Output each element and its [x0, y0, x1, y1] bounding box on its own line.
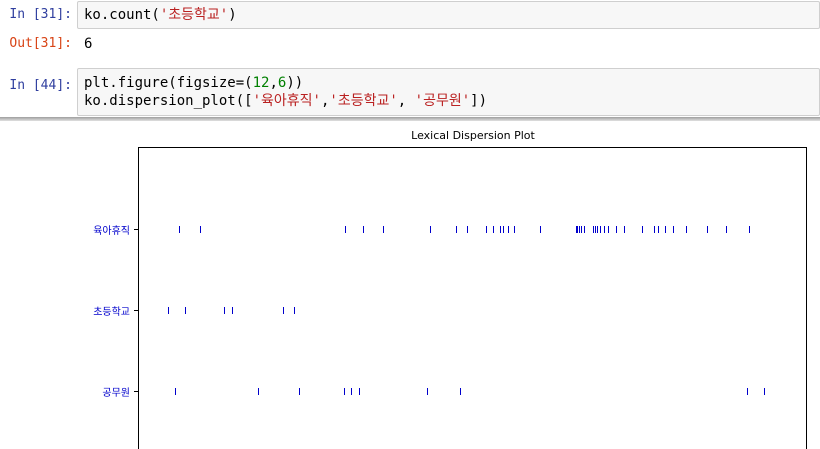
dispersion-mark: [282, 307, 284, 314]
dispersion-mark: [502, 226, 504, 233]
dispersion-mark: [672, 226, 674, 233]
dispersion-mark: [345, 226, 347, 233]
dispersion-mark: [578, 226, 580, 233]
dispersion-mark: [459, 388, 461, 395]
dispersion-mark: [513, 226, 515, 233]
dispersion-mark: [231, 307, 233, 314]
dispersion-mark: [653, 226, 655, 233]
dispersion-mark: [607, 226, 609, 233]
dispersion-mark: [540, 226, 542, 233]
dispersion-mark: [485, 226, 487, 233]
dispersion-mark: [351, 388, 353, 395]
code-editor-44[interactable]: plt.figure(figsize=(12,6)) ko.dispersion…: [77, 68, 820, 116]
dispersion-mark: [615, 226, 617, 233]
y-tick-label: 육아휴직: [93, 226, 130, 237]
dispersion-mark: [427, 388, 428, 395]
dispersion-mark: [455, 226, 457, 233]
code-line: plt.figure(figsize=(12,6)): [84, 75, 304, 91]
dispersion-mark: [764, 388, 766, 395]
dispersion-mark: [499, 226, 501, 233]
dispersion-mark: [623, 226, 625, 233]
dispersion-mark: [492, 226, 494, 233]
dispersion-mark: [726, 226, 728, 233]
output-prompt-31: Out[31]:: [9, 36, 72, 51]
code-editor-31[interactable]: ko.count('초등학교'): [77, 1, 820, 29]
dispersion-mark: [293, 307, 295, 314]
dispersion-mark: [184, 307, 186, 314]
dispersion-mark: [664, 226, 666, 233]
plot-axes: [138, 147, 807, 449]
dispersion-mark: [580, 226, 582, 233]
dispersion-mark: [179, 226, 181, 233]
dispersion-mark: [576, 226, 578, 233]
dispersion-mark: [594, 226, 596, 233]
dispersion-mark: [382, 226, 384, 233]
y-tick: [134, 310, 138, 311]
dispersion-mark: [200, 226, 202, 233]
dispersion-mark: [298, 388, 300, 395]
dispersion-mark: [748, 226, 750, 233]
dispersion-mark: [596, 226, 598, 233]
input-prompt-44: In [44]:: [9, 78, 72, 93]
dispersion-mark: [685, 226, 687, 233]
dispersion-mark: [603, 226, 605, 233]
dispersion-mark: [641, 226, 643, 233]
dispersion-mark: [507, 226, 509, 233]
dispersion-mark: [174, 388, 176, 395]
dispersion-mark: [223, 307, 225, 314]
y-tick: [134, 391, 138, 392]
plot-output: Lexical Dispersion Plot 육아휴직초등학교공무원: [0, 121, 820, 449]
dispersion-mark: [707, 226, 709, 233]
input-prompt-31: In [31]:: [9, 7, 72, 22]
dispersion-mark: [168, 307, 170, 314]
dispersion-mark: [584, 226, 586, 233]
dispersion-mark: [358, 388, 360, 395]
dispersion-mark: [747, 388, 749, 395]
code-line: ko.dispersion_plot(['육아휴직','초등학교', '공무원'…: [84, 93, 488, 109]
dispersion-mark: [363, 226, 365, 233]
y-tick: [134, 229, 138, 230]
dispersion-mark: [430, 226, 432, 233]
output-value: 6: [84, 36, 93, 52]
chart-title: Lexical Dispersion Plot: [411, 129, 535, 142]
dispersion-mark: [600, 226, 602, 233]
dispersion-mark: [657, 226, 659, 233]
code-line: ko.count('초등학교'): [84, 7, 237, 23]
dispersion-mark: [592, 226, 594, 233]
dispersion-mark: [467, 226, 469, 233]
dispersion-mark: [344, 388, 346, 395]
y-tick-label: 공무원: [102, 388, 130, 399]
dispersion-mark: [257, 388, 259, 395]
y-tick-label: 초등학교: [93, 307, 130, 318]
